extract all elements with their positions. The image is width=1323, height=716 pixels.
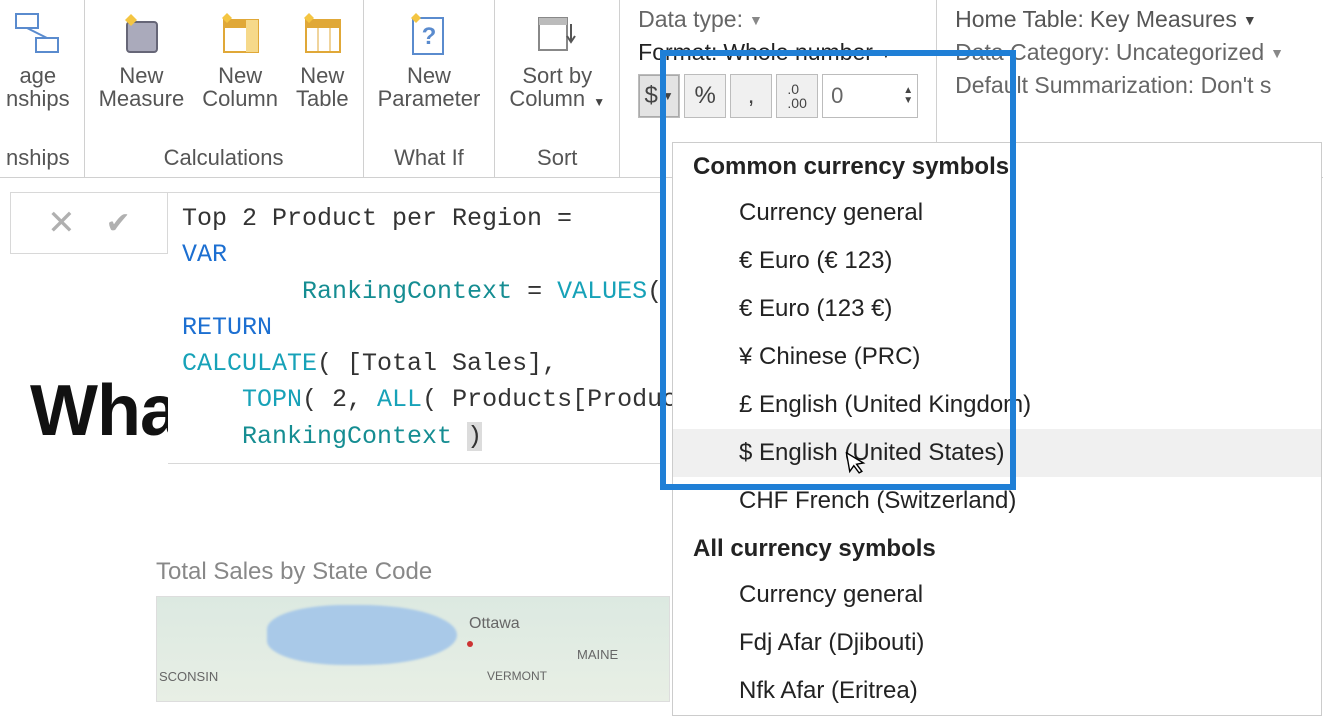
- currency-dropdown: Common currency symbols Currency general…: [672, 142, 1322, 716]
- label: age: [19, 64, 56, 87]
- dropdown-item[interactable]: € Euro (123 €): [673, 285, 1321, 333]
- chevron-down-icon: ▼: [1243, 12, 1257, 28]
- label: Default Summarization: Don't s: [955, 72, 1271, 99]
- currency-format-button[interactable]: $ ▼: [638, 74, 680, 118]
- chevron-down-icon: ▼: [749, 12, 763, 28]
- spinner-arrows[interactable]: ▲▼: [903, 86, 913, 106]
- sort-by-column-button[interactable]: Sort by Column ▼: [503, 4, 611, 114]
- map-label: MAINE: [577, 647, 618, 662]
- formula-editor[interactable]: Top 2 Product per Region = VAR RankingCo…: [168, 192, 662, 464]
- ribbon-group-label: nships: [6, 145, 70, 175]
- new-measure-button[interactable]: New Measure: [93, 4, 191, 114]
- commit-formula-button[interactable]: ✔: [106, 206, 131, 241]
- ribbon-group-label: Calculations: [164, 145, 284, 175]
- decimal-places-input[interactable]: 0 ▲▼: [822, 74, 918, 118]
- label: Measure: [99, 87, 185, 110]
- table-icon: [296, 8, 348, 60]
- new-column-button[interactable]: New Column: [196, 4, 284, 114]
- water-shape: [267, 605, 457, 665]
- label: Table: [296, 87, 349, 110]
- value: Key Measures: [1090, 6, 1237, 33]
- sort-icon: [531, 8, 583, 60]
- parameter-icon: ?: [403, 8, 455, 60]
- data-category-dropdown[interactable]: Data Category: Uncategorized ▼: [955, 39, 1284, 66]
- home-table-dropdown[interactable]: Home Table: Key Measures ▼: [955, 6, 1284, 33]
- value: Uncategorized: [1116, 39, 1264, 66]
- svg-text:?: ?: [422, 23, 437, 50]
- label: Data type:: [638, 6, 743, 33]
- label: nships: [6, 87, 70, 110]
- data-type-dropdown[interactable]: Data type: ▼: [638, 6, 918, 33]
- map-label: SCONSIN: [159, 669, 218, 684]
- map-label: VERMONT: [487, 669, 547, 683]
- chevron-down-icon: ▼: [1270, 45, 1284, 61]
- dropdown-item[interactable]: Currency general: [673, 189, 1321, 237]
- measure-icon: [115, 8, 167, 60]
- label: New: [119, 64, 163, 87]
- label: New: [218, 64, 262, 87]
- dropdown-item[interactable]: Fdj Afar (Djibouti): [673, 619, 1321, 667]
- dropdown-item[interactable]: Nfk Afar (Eritrea): [673, 667, 1321, 715]
- label: Data Category:: [955, 39, 1110, 66]
- thousand-sep-button[interactable]: ,: [730, 74, 772, 118]
- format-value: Whole number: [723, 39, 873, 66]
- label: Format:: [638, 39, 717, 66]
- dropdown-item[interactable]: $ English (United States): [673, 429, 1321, 477]
- chevron-down-icon: ▼: [879, 45, 893, 61]
- currency-icon: $: [645, 82, 658, 110]
- map-label: Ottawa: [469, 615, 520, 633]
- dropdown-section-header: All currency symbols: [673, 525, 1321, 571]
- new-table-button[interactable]: New Table: [290, 4, 355, 114]
- dropdown-item[interactable]: ¥ Chinese (PRC): [673, 333, 1321, 381]
- format-dropdown[interactable]: Format: Whole number ▼: [638, 39, 918, 66]
- ribbon-group-label: What If: [394, 145, 464, 175]
- label: New: [300, 64, 344, 87]
- label: Parameter: [378, 87, 481, 110]
- relationships-icon: [12, 8, 64, 60]
- map-visual[interactable]: Total Sales by State Code Ottawa MAINE V…: [156, 558, 670, 702]
- ribbon-group-label: Sort: [537, 145, 577, 175]
- percent-format-button[interactable]: %: [684, 74, 726, 118]
- formula-bar: ✕ ✔ Top 2 Product per Region = VAR Ranki…: [10, 192, 662, 464]
- new-parameter-button[interactable]: ? New Parameter: [372, 4, 487, 114]
- label: Home Table:: [955, 6, 1084, 33]
- default-summarization-dropdown[interactable]: Default Summarization: Don't s: [955, 72, 1284, 99]
- map-marker: [467, 641, 473, 647]
- decimal-value: 0: [831, 83, 843, 109]
- formula-bar-controls: ✕ ✔: [10, 192, 168, 254]
- dropdown-section-header: Common currency symbols: [673, 143, 1321, 189]
- label: Column ▼: [509, 87, 605, 110]
- label: Column: [202, 87, 278, 110]
- dropdown-item[interactable]: £ English (United Kingdom): [673, 381, 1321, 429]
- dropdown-item[interactable]: € Euro (€ 123): [673, 237, 1321, 285]
- chart-title: Total Sales by State Code: [156, 558, 670, 586]
- cancel-formula-button[interactable]: ✕: [47, 203, 76, 243]
- chevron-down-icon: ▼: [662, 89, 674, 103]
- map-canvas[interactable]: Ottawa MAINE VERMONT SCONSIN: [156, 596, 670, 702]
- decimals-button[interactable]: .0 .00: [776, 74, 818, 118]
- dropdown-item[interactable]: CHF French (Switzerland): [673, 477, 1321, 525]
- label: New: [407, 64, 451, 87]
- dropdown-item[interactable]: Currency general: [673, 571, 1321, 619]
- manage-relationships-button[interactable]: age nships: [0, 4, 76, 114]
- label: Sort by: [522, 64, 592, 87]
- column-icon: [214, 8, 266, 60]
